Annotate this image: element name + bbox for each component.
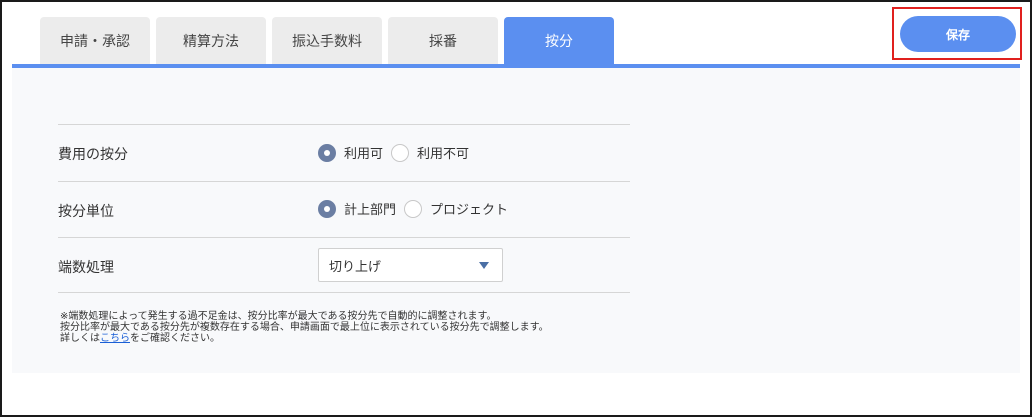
rounding-select[interactable]: 切り上げ: [318, 248, 503, 282]
unit-option-department[interactable]: 計上部門: [318, 199, 396, 218]
tab-settlement-method[interactable]: 精算方法: [156, 17, 266, 65]
note-line-3-prefix: 詳しくは: [60, 333, 100, 344]
allocation-option-disabled[interactable]: 利用不可: [391, 143, 469, 162]
note-line-3-suffix: をご確認ください。: [130, 333, 220, 344]
allocation-radio-group: 利用可 利用不可: [318, 143, 477, 162]
rounding-note: ※端数処理によって発生する過不足金は、按分比率が最大である按分先で自動的に調整さ…: [60, 311, 660, 344]
chevron-down-icon[interactable]: [479, 262, 489, 269]
save-button[interactable]: 保存: [900, 16, 1016, 52]
tab-approval[interactable]: 申請・承認: [40, 17, 150, 65]
radio-label: 利用可: [344, 147, 384, 162]
note-line-3: 詳しくはこちらをご確認ください。: [60, 333, 660, 344]
allocation-option-enabled[interactable]: 利用可: [318, 143, 383, 162]
tab-numbering[interactable]: 採番: [388, 17, 498, 65]
tab-allocation[interactable]: 按分: [504, 17, 614, 65]
radio-label: プロジェクト: [430, 203, 509, 218]
row-divider: [58, 237, 630, 238]
row-divider: [58, 181, 630, 182]
radio-label: 計上部門: [344, 203, 397, 218]
row-divider: [58, 124, 630, 125]
unit-radio-group: 計上部門 プロジェクト: [318, 199, 516, 218]
details-link[interactable]: こちら: [100, 333, 130, 344]
unit-label: 按分単位: [58, 204, 114, 220]
rounding-label: 端数処理: [58, 260, 114, 276]
note-line-1: ※端数処理によって発生する過不足金は、按分比率が最大である按分先で自動的に調整さ…: [60, 311, 497, 322]
radio-checked-icon[interactable]: [318, 199, 336, 218]
rounding-select-value: 切り上げ: [329, 259, 382, 275]
radio-unchecked-icon[interactable]: [391, 143, 410, 162]
note-line-2: 按分比率が最大である按分先が複数存在する場合、申請画面で最上位に表示されている按…: [60, 322, 549, 333]
unit-option-project[interactable]: プロジェクト: [404, 199, 508, 218]
radio-unchecked-icon[interactable]: [404, 199, 423, 218]
tab-bar: 申請・承認 精算方法 振込手数料 採番 按分: [40, 17, 614, 65]
radio-label: 利用不可: [417, 147, 470, 162]
allocation-label: 費用の按分: [58, 147, 128, 163]
tab-transfer-fee[interactable]: 振込手数料: [272, 17, 382, 65]
radio-checked-icon[interactable]: [318, 143, 336, 162]
row-divider: [58, 292, 630, 293]
